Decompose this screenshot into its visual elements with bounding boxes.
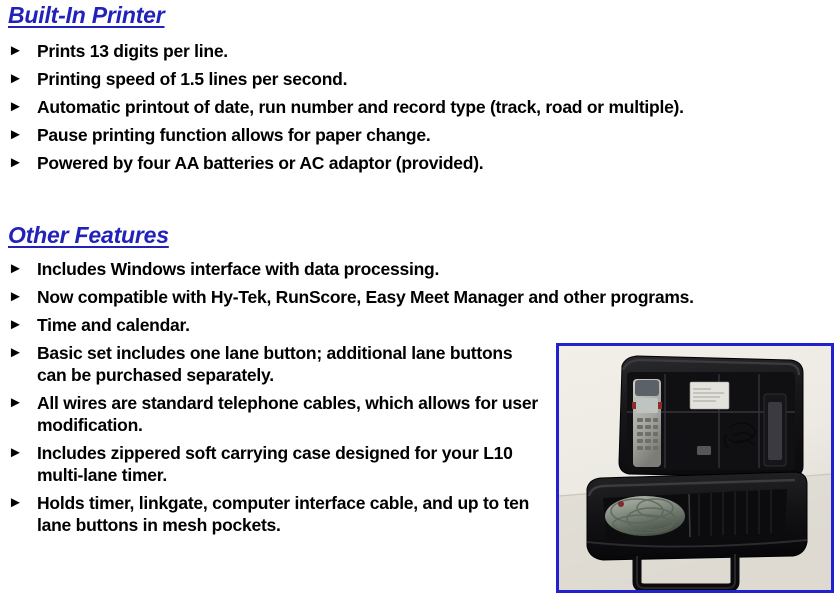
- bullet-triangle-icon: ►: [8, 42, 23, 59]
- timer-device: [632, 379, 662, 467]
- bullet-triangle-icon: ►: [8, 394, 23, 411]
- list-item-label: Includes Windows interface with data pro…: [37, 259, 440, 279]
- bullet-triangle-icon: ►: [8, 316, 23, 333]
- section-heading-built-in-printer: Built-In Printer: [8, 2, 165, 28]
- product-photo-carrying-case: [559, 346, 831, 590]
- product-photo-frame: [556, 343, 834, 593]
- bullet-triangle-icon: ►: [8, 98, 23, 115]
- list-item: ► Time and calendar.: [0, 314, 840, 336]
- section-heading-other-features: Other Features: [8, 222, 169, 248]
- list-item-label: Powered by four AA batteries or AC adapt…: [37, 153, 484, 173]
- bullet-triangle-icon: ►: [8, 444, 23, 461]
- list-item-label: Time and calendar.: [37, 315, 190, 335]
- bullet-triangle-icon: ►: [8, 126, 23, 143]
- list-item: ► Pause printing function allows for pap…: [0, 124, 840, 146]
- list-item-label: Prints 13 digits per line.: [37, 41, 228, 61]
- list-item: ► Printing speed of 1.5 lines per second…: [0, 68, 840, 90]
- instruction-card: [689, 381, 730, 410]
- list-item-label: Printing speed of 1.5 lines per second.: [37, 69, 348, 89]
- list-item-label: Includes zippered soft carrying case des…: [37, 443, 513, 485]
- accessory-adaptor: [697, 446, 711, 455]
- bullet-triangle-icon: ►: [8, 70, 23, 87]
- bullet-triangle-icon: ►: [8, 494, 23, 511]
- slide-page: Built-In Printer ► Prints 13 digits per …: [0, 0, 840, 602]
- lane-cables: [605, 496, 685, 536]
- list-item-label: Automatic printout of date, run number a…: [37, 97, 684, 117]
- base-divider: [688, 493, 691, 538]
- bullet-triangle-icon: ►: [8, 154, 23, 171]
- bullet-list-built-in-printer: ► Prints 13 digits per line. ► Printing …: [0, 40, 840, 180]
- list-item: ► Now compatible with Hy-Tek, RunScore, …: [0, 286, 840, 308]
- list-item: ► Includes Windows interface with data p…: [0, 258, 840, 280]
- list-item-label: All wires are standard telephone cables,…: [37, 393, 538, 435]
- list-item: ► Prints 13 digits per line.: [0, 40, 840, 62]
- list-item-label: Pause printing function allows for paper…: [37, 125, 431, 145]
- bullet-triangle-icon: ►: [8, 344, 23, 361]
- bullet-triangle-icon: ►: [8, 288, 23, 305]
- list-item: ► Automatic printout of date, run number…: [0, 96, 840, 118]
- bullet-triangle-icon: ►: [8, 260, 23, 277]
- list-item-label: Now compatible with Hy-Tek, RunScore, Ea…: [37, 287, 694, 307]
- list-item-label: Basic set includes one lane button; addi…: [37, 343, 513, 385]
- accessory-pouch: [671, 434, 693, 456]
- list-item-label: Holds timer, linkgate, computer interfac…: [37, 493, 530, 535]
- list-item: ► Powered by four AA batteries or AC ada…: [0, 152, 840, 174]
- linkgate-device: [768, 402, 782, 460]
